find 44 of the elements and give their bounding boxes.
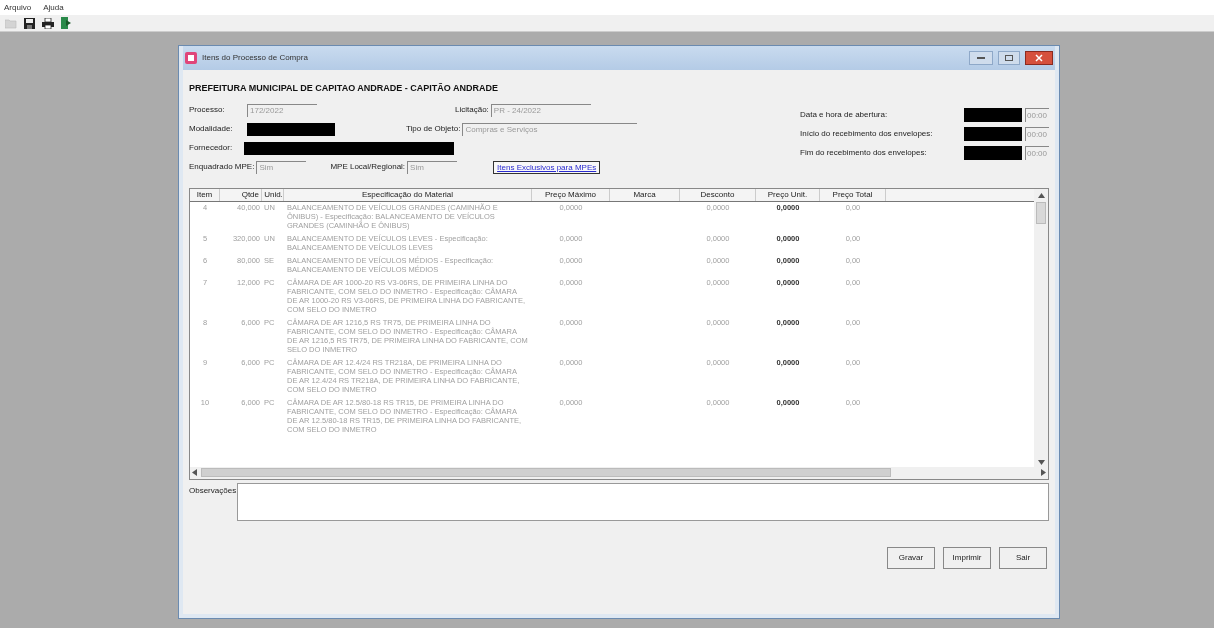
heading: PREFEITURA MUNICIPAL DE CAPITAO ANDRADE - CAPITÃO ANDRADE: [189, 82, 499, 95]
scroll-right-icon[interactable]: [1041, 469, 1046, 476]
menu-item[interactable]: Ajuda: [43, 1, 64, 14]
action-button[interactable]: Imprimir: [943, 546, 991, 569]
column-header[interactable]: Unid.: [262, 188, 284, 201]
vertical-scrollbar[interactable]: [1034, 188, 1048, 467]
field-label: Observações:: [189, 484, 237, 497]
date-label: Data e hora de abertura:: [800, 109, 889, 121]
date-label: Início do recebimento dos envelopes:: [800, 128, 934, 140]
minimize-button[interactable]: [969, 51, 993, 65]
scrollbar-thumb[interactable]: [201, 468, 891, 477]
maximize-button[interactable]: [998, 51, 1020, 65]
app-icon: [185, 52, 197, 64]
action-button[interactable]: Gravar: [887, 546, 935, 569]
field-label: Fornecedor:: [189, 142, 234, 154]
notes-field[interactable]: [237, 482, 1049, 521]
scroll-left-icon[interactable]: [192, 469, 197, 476]
exit-door-icon[interactable]: [61, 17, 72, 29]
field-label: MPE Local/Regional:: [330, 161, 406, 173]
field-label: Licitação:: [455, 104, 489, 116]
column-header[interactable]: Preço Máximo: [532, 188, 610, 201]
column-header[interactable]: Especificação do Material: [284, 188, 532, 201]
window-title: Itens do Processo de Compra: [202, 52, 309, 64]
menu-item[interactable]: Arquivo: [4, 1, 32, 14]
scroll-up-icon[interactable]: [1037, 192, 1045, 198]
mpe-items-button[interactable]: Itens Exclusivos para MPEs: [493, 160, 601, 174]
column-header[interactable]: Marca: [610, 188, 680, 201]
column-header[interactable]: Item: [190, 188, 220, 201]
field-label: Processo:: [189, 104, 226, 116]
column-header[interactable]: Desconto: [680, 188, 756, 201]
close-button[interactable]: [1025, 51, 1053, 65]
column-header[interactable]: Preço Total: [820, 188, 886, 201]
close-icon: [1035, 54, 1043, 62]
save-icon[interactable]: [24, 17, 35, 29]
column-header[interactable]: Preço Unit.: [756, 188, 820, 201]
column-header[interactable]: Qtde: [220, 188, 262, 201]
horizontal-scrollbar[interactable]: [190, 466, 1048, 479]
field-label: Tipo de Objeto:: [406, 123, 461, 135]
field-label: Enquadrado MPE:: [189, 161, 255, 173]
field-label: Modalidade:: [189, 123, 234, 135]
printer-icon[interactable]: [42, 17, 54, 29]
scrollbar-thumb[interactable]: [1036, 201, 1046, 224]
action-button[interactable]: Sair: [999, 546, 1047, 569]
date-label: Fim do recebimento dos envelopes:: [800, 147, 928, 159]
